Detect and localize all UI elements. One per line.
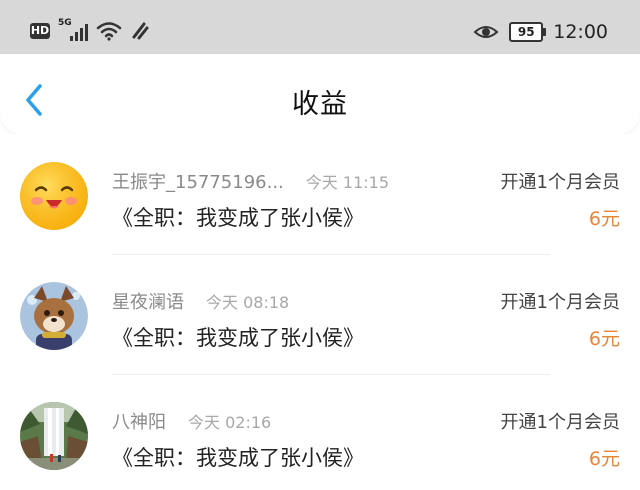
- battery-icon: 95: [509, 22, 547, 42]
- nav-bar: 收益: [0, 54, 640, 134]
- fox-character-avatar[interactable]: [20, 282, 88, 350]
- purchase-type: 开通1个月会员: [500, 412, 620, 433]
- smiley-face-avatar[interactable]: [20, 162, 88, 230]
- user-name-row: 八神阳 今天 02:16: [112, 408, 271, 434]
- clock: 12:00: [553, 21, 608, 43]
- signal-icon: 5G: [58, 18, 88, 41]
- wifi-icon: [96, 22, 122, 41]
- income-amount: 6元: [588, 448, 620, 470]
- eye-icon: [473, 26, 499, 38]
- timestamp: 今天 08:18: [206, 293, 290, 312]
- status-right: 95 12:00: [473, 21, 608, 43]
- purchase-type: 开通1个月会员: [500, 172, 620, 193]
- list-item[interactable]: 星夜澜语 今天 08:18 《全职：我变成了张小侯》 开通1个月会员 6元: [0, 254, 640, 374]
- book-title: 《全职：我变成了张小侯》: [112, 206, 364, 230]
- book-title: 《全职：我变成了张小侯》: [112, 446, 364, 470]
- income-list: 王振宇_15775196... 今天 11:15 《全职：我变成了张小侯》 开通1…: [0, 134, 640, 490]
- timestamp: 今天 11:15: [305, 173, 389, 192]
- nfc-icon: [132, 22, 149, 40]
- user-name: 星夜澜语: [112, 292, 184, 313]
- purchase-type: 开通1个月会员: [500, 292, 620, 313]
- income-amount: 6元: [588, 208, 620, 230]
- user-name-row: 王振宇_15775196... 今天 11:15: [112, 168, 389, 194]
- hd-badge: HD: [30, 23, 50, 39]
- user-name: 王振宇_15775196...: [112, 172, 284, 193]
- book-title: 《全职：我变成了张小侯》: [112, 326, 364, 350]
- list-item[interactable]: 八神阳 今天 02:16 《全职：我变成了张小侯》 开通1个月会员 6元: [0, 374, 640, 490]
- page-title: 收益: [292, 89, 348, 120]
- income-amount: 6元: [588, 328, 620, 350]
- user-name-row: 星夜澜语 今天 08:18: [112, 288, 289, 314]
- screen: HD 5G 95 12:00 收益 王振宇_15775196... 今天 11:…: [0, 0, 640, 490]
- status-left: HD 5G: [30, 18, 150, 41]
- timestamp: 今天 02:16: [188, 413, 272, 432]
- user-name: 八神阳: [112, 412, 166, 433]
- status-bar: HD 5G 95 12:00: [0, 0, 640, 54]
- list-item[interactable]: 王振宇_15775196... 今天 11:15 《全职：我变成了张小侯》 开通1…: [0, 134, 640, 254]
- waterfall-avatar[interactable]: [20, 402, 88, 470]
